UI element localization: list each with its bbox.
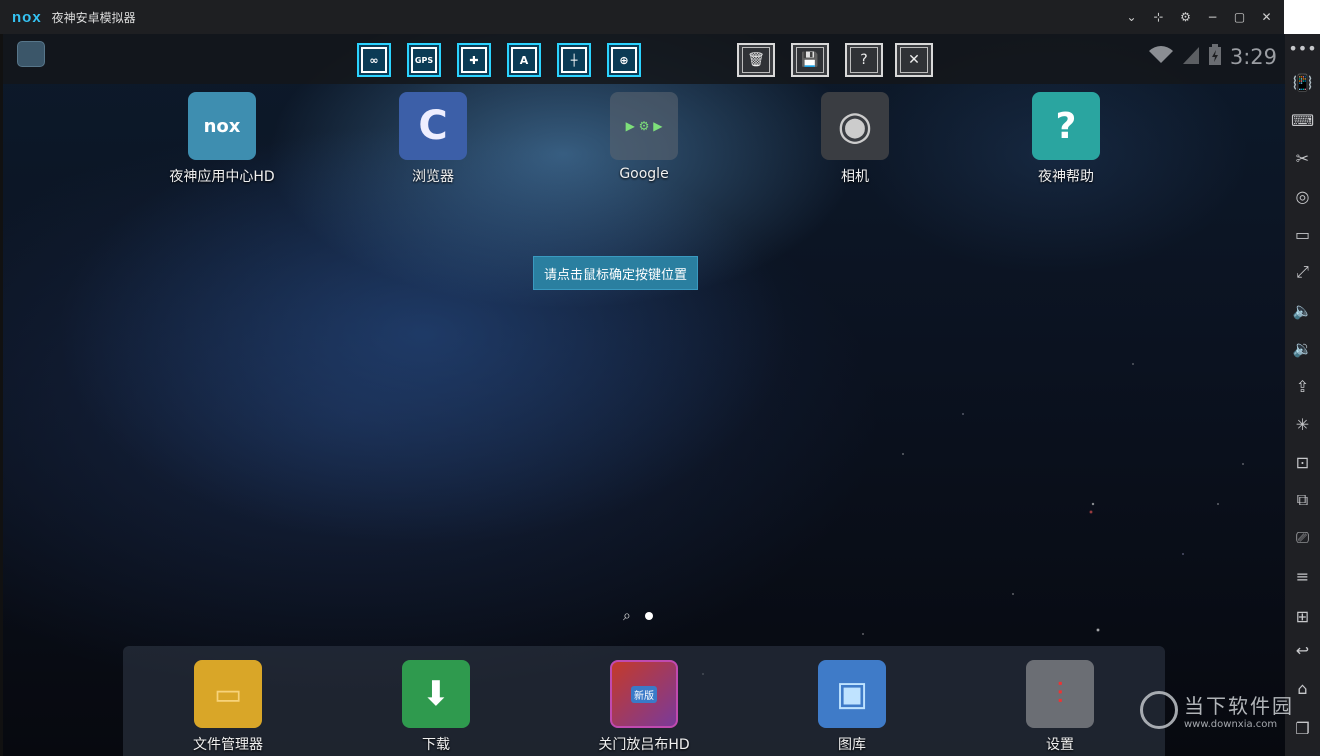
app-google-folder[interactable]: ▶ ⚙ ▶ Google bbox=[574, 92, 714, 182]
keymap-hint-toast: 请点击鼠标确定按键位置 bbox=[533, 256, 698, 290]
scissors-icon[interactable]: ✂ bbox=[1285, 144, 1320, 172]
android-screen[interactable]: ∞ GPS ✚ A ┼ ⊕ 🗑 💾 ? ✕ 3:29 nox 夜神应用中心HD bbox=[3, 34, 1285, 756]
game-icon: 新版 bbox=[610, 660, 678, 728]
crosshair-tool-button[interactable]: ┼ bbox=[557, 43, 591, 77]
title-bar: nox 夜神安卓模拟器 ⌄ ⊹ ⚙ − ▢ ✕ bbox=[0, 0, 1320, 34]
google-folder-icon: ▶ ⚙ ▶ bbox=[610, 92, 678, 160]
crosshair-icon: ┼ bbox=[561, 47, 587, 73]
download-icon: ⬇ bbox=[402, 660, 470, 728]
gps-icon: GPS bbox=[411, 47, 437, 73]
app-label: 设置 bbox=[1046, 737, 1074, 753]
mouse-keymap-icon[interactable]: ⊡ bbox=[1285, 448, 1320, 476]
add-icon[interactable]: ⊞ bbox=[1285, 602, 1320, 630]
signal-icon bbox=[1182, 45, 1200, 69]
delete-button[interactable]: 🗑 bbox=[737, 43, 775, 77]
gesture-icon: ∞ bbox=[361, 47, 387, 73]
app-label: 浏览器 bbox=[412, 169, 454, 185]
close-icon: ✕ bbox=[900, 47, 928, 73]
key-a-icon: A bbox=[511, 47, 537, 73]
aim-icon: ⊕ bbox=[611, 47, 637, 73]
app-label: 关门放吕布HD bbox=[598, 737, 690, 753]
watermark-logo-icon bbox=[1140, 691, 1178, 729]
status-indicators: 3:29 bbox=[1148, 42, 1277, 72]
right-toolbar: ••• 📳 ⌨ ✂ ◎ ▭ ⤢ 🔈 🔉 ⇪ ✳ ⊡ ⧉ ⎚ ≡ ⊞ ↩ ⌂ ❐ bbox=[1285, 34, 1320, 756]
shake-icon[interactable]: 📳 bbox=[1285, 68, 1320, 96]
dock-gallery[interactable]: ▣ 图库 bbox=[782, 660, 922, 754]
nox-help-icon: ? bbox=[1032, 92, 1100, 160]
save-icon: 💾 bbox=[796, 47, 824, 73]
dpad-tool-button[interactable]: ✚ bbox=[457, 43, 491, 77]
chevron-down-icon[interactable]: ⌄ bbox=[1118, 0, 1145, 34]
back-icon[interactable]: ↩ bbox=[1285, 636, 1320, 664]
dock-settings[interactable]: ⫶ 设置 bbox=[990, 660, 1130, 754]
pin-icon[interactable]: ⊹ bbox=[1145, 0, 1172, 34]
status-bar: ∞ GPS ✚ A ┼ ⊕ 🗑 💾 ? ✕ 3:29 bbox=[3, 34, 1285, 84]
watermark-title: 当下软件园 bbox=[1184, 694, 1294, 718]
apk-install-icon[interactable]: ⇪ bbox=[1285, 372, 1320, 400]
app-label: 夜神应用中心HD bbox=[169, 169, 275, 185]
app-label: 图库 bbox=[838, 737, 866, 753]
location-icon[interactable]: ◎ bbox=[1285, 182, 1320, 210]
save-button[interactable]: 💾 bbox=[791, 43, 829, 77]
dpad-icon: ✚ bbox=[461, 47, 487, 73]
loading-icon[interactable]: ✳ bbox=[1285, 410, 1320, 438]
title-bar-blank bbox=[1284, 0, 1320, 34]
window-title: 夜神安卓模拟器 bbox=[51, 10, 136, 25]
dock-game[interactable]: 新版 关门放吕布HD bbox=[574, 660, 714, 754]
dock-download[interactable]: ⬇ 下载 bbox=[366, 660, 506, 754]
camera-icon: ◉ bbox=[821, 92, 889, 160]
dock-file-manager[interactable]: ▭ 文件管理器 bbox=[158, 660, 298, 754]
app-label: Google bbox=[619, 166, 669, 182]
fullscreen-icon[interactable]: ⤢ bbox=[1285, 258, 1320, 286]
key-a-tool-button[interactable]: A bbox=[507, 43, 541, 77]
app-label: 相机 bbox=[841, 169, 869, 185]
help-button[interactable]: ? bbox=[845, 43, 883, 77]
app-camera[interactable]: ◉ 相机 bbox=[785, 92, 925, 186]
more-icon[interactable]: ••• bbox=[1285, 34, 1320, 62]
clock: 3:29 bbox=[1229, 45, 1277, 69]
minimize-icon[interactable]: − bbox=[1199, 0, 1226, 34]
menu-icon[interactable]: ≡ bbox=[1285, 562, 1320, 590]
close-icon[interactable]: ✕ bbox=[1253, 0, 1280, 34]
window-controls: ⌄ ⊹ ⚙ − ▢ ✕ bbox=[1118, 0, 1280, 34]
battery-icon bbox=[1208, 44, 1222, 70]
app-browser[interactable]: C 浏览器 bbox=[363, 92, 503, 186]
volume-up-icon[interactable]: 🔈 bbox=[1285, 296, 1320, 324]
app-nox-center[interactable]: nox 夜神应用中心HD bbox=[152, 92, 292, 186]
page-dot-active[interactable] bbox=[644, 612, 653, 620]
trash-icon: 🗑 bbox=[742, 47, 770, 73]
watermark: 当下软件园 www.downxia.com bbox=[1140, 690, 1294, 730]
nox-logo: nox bbox=[12, 8, 42, 26]
wifi-icon bbox=[1148, 45, 1174, 69]
recorder-icon[interactable]: ⎚ bbox=[1285, 524, 1320, 552]
app-label: 文件管理器 bbox=[193, 737, 263, 753]
gps-tool-button[interactable]: GPS bbox=[407, 43, 441, 77]
file-manager-icon: ▭ bbox=[194, 660, 262, 728]
aim-tool-button[interactable]: ⊕ bbox=[607, 43, 641, 77]
nox-notification-icon bbox=[17, 41, 45, 67]
browser-icon: C bbox=[399, 92, 467, 160]
multi-instance-icon[interactable]: ⧉ bbox=[1285, 486, 1320, 514]
app-nox-help[interactable]: ? 夜神帮助 bbox=[996, 92, 1136, 186]
settings-icon: ⫶ bbox=[1026, 660, 1094, 728]
volume-down-icon[interactable]: 🔉 bbox=[1285, 334, 1320, 362]
maximize-icon[interactable]: ▢ bbox=[1226, 0, 1253, 34]
gesture-tool-button[interactable]: ∞ bbox=[357, 43, 391, 77]
app-label: 下载 bbox=[422, 737, 450, 753]
app-label: 夜神帮助 bbox=[1038, 169, 1094, 185]
close-keymap-button[interactable]: ✕ bbox=[895, 43, 933, 77]
keyboard-icon[interactable]: ⌨ bbox=[1285, 106, 1320, 134]
nox-app-center-icon: nox bbox=[188, 92, 256, 160]
watermark-url: www.downxia.com bbox=[1184, 719, 1278, 730]
screen-icon[interactable]: ▭ bbox=[1285, 220, 1320, 248]
gallery-icon: ▣ bbox=[818, 660, 886, 728]
search-icon[interactable]: ⌕ bbox=[623, 608, 631, 624]
help-icon: ? bbox=[850, 47, 878, 73]
page-indicator: ⌕ bbox=[623, 608, 653, 624]
gear-icon[interactable]: ⚙ bbox=[1172, 0, 1199, 34]
